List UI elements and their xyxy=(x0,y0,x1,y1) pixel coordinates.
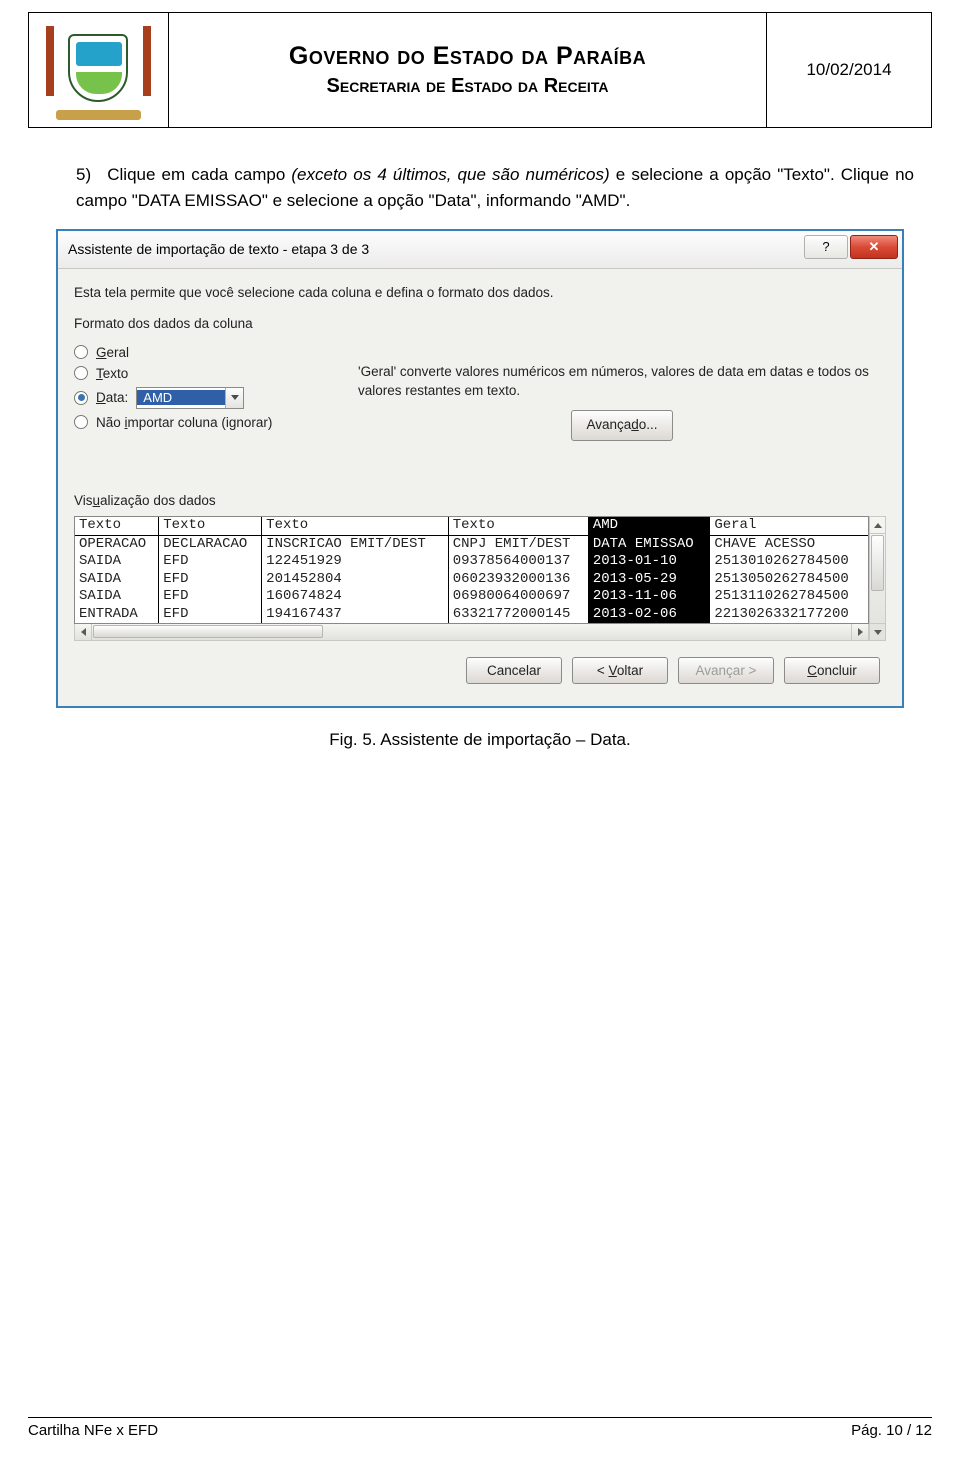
scroll-up-button[interactable] xyxy=(870,517,885,534)
header-title-line1: Governo do Estado da Paraíba xyxy=(177,42,758,71)
radio-date[interactable] xyxy=(74,391,88,405)
preview-data-row: ENTRADAEFD194167437633217720001452013-02… xyxy=(75,606,868,624)
next-button: Avançar > xyxy=(678,657,774,684)
date-format-combo[interactable]: AMD xyxy=(136,387,244,409)
close-button[interactable]: ✕ xyxy=(850,235,898,259)
scroll-thumb[interactable] xyxy=(93,625,323,638)
scroll-left-button[interactable] xyxy=(75,624,92,640)
scroll-thumb-v[interactable] xyxy=(871,535,884,591)
chevron-down-icon xyxy=(231,395,239,400)
preview-data-row: SAIDAEFD160674824069800640006972013-11-0… xyxy=(75,588,868,606)
horizontal-scrollbar[interactable] xyxy=(74,624,869,641)
radio-text[interactable] xyxy=(74,366,88,380)
para-part1: Clique em cada campo xyxy=(107,165,291,184)
page-footer: Cartilha NFe x EFD Pág. 10 / 12 xyxy=(28,1417,932,1439)
instruction-paragraph: 5) Clique em cada campo (exceto os 4 últ… xyxy=(76,162,914,215)
radio-date-label: Data: xyxy=(96,390,128,405)
preview-header-row: Texto Texto Texto Texto AMD Geral xyxy=(75,517,868,535)
footer-left: Cartilha NFe x EFD xyxy=(28,1422,158,1439)
header-date: 10/02/2014 xyxy=(767,13,932,128)
advanced-button[interactable]: Avançado... xyxy=(571,410,672,441)
close-icon: ✕ xyxy=(869,239,880,255)
format-description: 'Geral' converte valores numéricos em nú… xyxy=(358,339,886,486)
preview-data-row: SAIDAEFD201452804060239320001362013-05-2… xyxy=(75,571,868,589)
combo-dropdown-button[interactable] xyxy=(225,388,243,408)
dialog-lead-text: Esta tela permite que você selecione cad… xyxy=(74,285,886,300)
step-number: 5) xyxy=(76,165,91,184)
state-crest-icon xyxy=(46,20,151,120)
format-group-label: Formato dos dados da coluna xyxy=(74,316,886,331)
page-header: Governo do Estado da Paraíba Secretaria … xyxy=(28,12,932,128)
dialog-action-row: Cancelar < Voltar Avançar > Concluir xyxy=(74,641,886,694)
triangle-right-icon xyxy=(858,628,863,636)
vertical-scrollbar[interactable] xyxy=(869,516,886,641)
back-button[interactable]: < Voltar xyxy=(572,657,668,684)
radio-skip-label: Não importar coluna (ignorar) xyxy=(96,415,272,430)
date-format-value: AMD xyxy=(137,390,225,405)
triangle-left-icon xyxy=(81,628,86,636)
para-italic: (exceto os 4 últimos, que são numéricos) xyxy=(291,165,609,184)
cancel-button[interactable]: Cancelar xyxy=(466,657,562,684)
radio-skip[interactable] xyxy=(74,415,88,429)
radio-group: Geral Texto Data: AMD xyxy=(74,339,334,436)
data-preview[interactable]: Texto Texto Texto Texto AMD Geral OPERAC… xyxy=(74,516,869,624)
scroll-right-button[interactable] xyxy=(851,624,868,640)
help-button[interactable]: ? xyxy=(804,235,848,259)
preview-data-row: SAIDAEFD122451929093785640001372013-01-1… xyxy=(75,553,868,571)
triangle-up-icon xyxy=(874,523,882,528)
preview-label: Visualização dos dados xyxy=(74,493,886,508)
title-cell: Governo do Estado da Paraíba Secretaria … xyxy=(169,13,767,128)
scroll-down-button[interactable] xyxy=(870,623,885,640)
header-title-line2: Secretaria de Estado da Receita xyxy=(177,75,758,98)
dialog-titlebar: Assistente de importação de texto - etap… xyxy=(58,231,902,269)
wizard-dialog: Assistente de importação de texto - etap… xyxy=(56,229,904,709)
radio-text-label: Texto xyxy=(96,366,128,381)
footer-right: Pág. 10 / 12 xyxy=(851,1422,932,1439)
figure-caption: Fig. 5. Assistente de importação – Data. xyxy=(28,730,932,750)
preview-field-row: OPERACAO DECLARACAO INSCRICAO EMIT/DEST … xyxy=(75,535,868,553)
logo-cell xyxy=(29,13,169,128)
radio-general-label: Geral xyxy=(96,345,129,360)
triangle-down-icon xyxy=(874,630,882,635)
radio-general[interactable] xyxy=(74,345,88,359)
finish-button[interactable]: Concluir xyxy=(784,657,880,684)
help-icon: ? xyxy=(822,239,829,254)
dialog-title: Assistente de importação de texto - etap… xyxy=(68,241,369,257)
